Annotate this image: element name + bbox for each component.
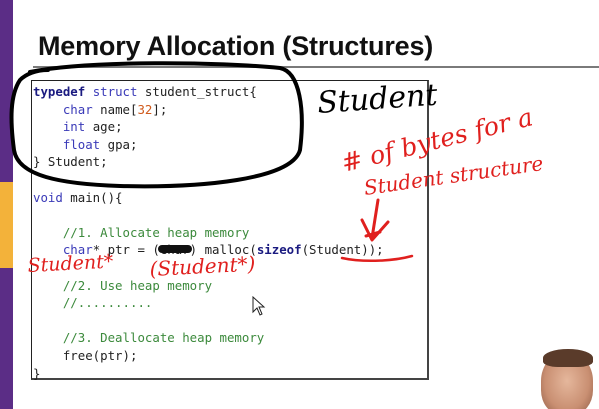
code-text: typedef struct student_struct{ char name… bbox=[33, 83, 384, 382]
code-line-17: } bbox=[33, 365, 41, 381]
mouse-cursor-icon bbox=[252, 296, 266, 316]
code-block: typedef struct student_struct{ char name… bbox=[31, 80, 429, 382]
presenter-hair bbox=[543, 349, 593, 367]
slide-title: Memory Allocation (Structures) bbox=[38, 31, 434, 61]
code-line-1: typedef struct student_struct{ bbox=[33, 84, 257, 99]
code-line-5: } Student; bbox=[33, 154, 108, 170]
code-line-4: float gpa; bbox=[62, 136, 138, 152]
code-line-12: //2. Use heap memory bbox=[62, 277, 213, 293]
code-line-13: //.......... bbox=[62, 295, 153, 311]
code-line-7: void main(){ bbox=[33, 189, 123, 205]
code-line-15: //3. Deallocate heap memory bbox=[62, 330, 265, 346]
webcam-presenter bbox=[529, 347, 599, 409]
code-line-2: char name[32]; bbox=[62, 101, 168, 117]
code-line-3: int age; bbox=[62, 119, 123, 135]
title-divider bbox=[33, 66, 599, 68]
code-line-16: free(ptr); bbox=[33, 347, 138, 363]
slide-accent-bar-gold bbox=[0, 182, 13, 268]
code-line-9: //1. Allocate heap memory bbox=[62, 224, 250, 240]
code-line-10: char* ptr = (char) malloc(sizeof(Student… bbox=[62, 242, 384, 258]
